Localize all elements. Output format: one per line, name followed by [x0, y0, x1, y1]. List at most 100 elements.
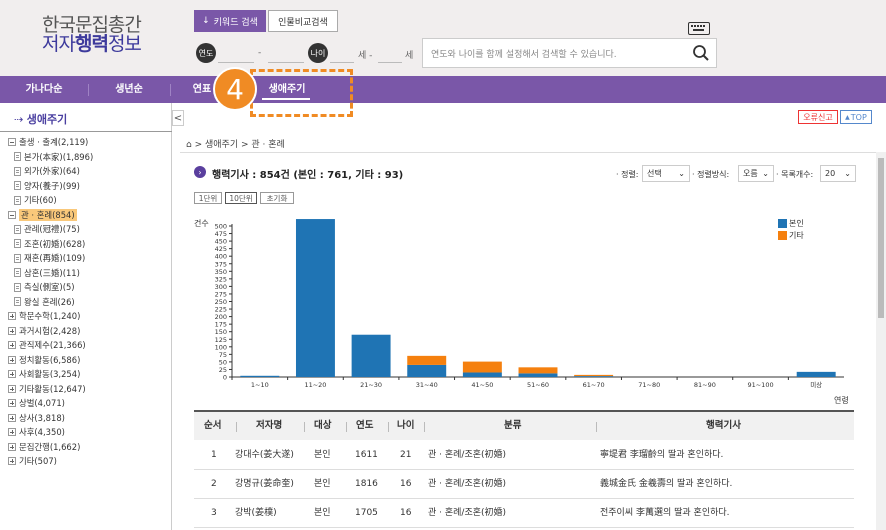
table-cell: 1	[211, 450, 217, 460]
expand-icon[interactable]	[8, 457, 16, 465]
table-row[interactable]: 2 강명규(姜命奎) 본인 1816 16 관 · 혼례/조혼(初婚) 義城金氏 金羲壽의 …	[194, 470, 854, 499]
nav-alphabetical[interactable]: 가나다순	[0, 76, 88, 103]
age-to-input[interactable]	[378, 62, 402, 63]
sidebar-item[interactable]: 정치활동(6,586)	[8, 354, 80, 366]
sidebar-item[interactable]: 사후(4,350)	[8, 426, 65, 438]
year-from-input[interactable]	[218, 62, 254, 63]
keyboard-icon[interactable]	[688, 22, 710, 35]
table-header: 순서 저자명 대상 연도 나이 분류 행력기사	[194, 410, 854, 440]
sidebar-collapse-button[interactable]: <	[172, 110, 184, 126]
nav-birth-year[interactable]: 생년순	[88, 76, 170, 103]
sidebar-item[interactable]: 학문수학(1,240)	[8, 310, 80, 322]
sidebar-item[interactable]: 출생 · 출계(2,119)	[8, 136, 88, 148]
error-report-button[interactable]: 오류신고	[798, 110, 838, 124]
sidebar-item[interactable]: 재혼(再婚)(109)	[14, 252, 85, 264]
table-cell[interactable]: 강명규(姜命奎)	[235, 470, 294, 498]
document-icon[interactable]	[14, 181, 21, 190]
tab-person-compare[interactable]: 인물비교검색	[268, 10, 338, 32]
collapse-icon[interactable]	[8, 138, 16, 146]
document-icon[interactable]	[14, 166, 21, 176]
sidebar-item[interactable]: 양자(養子)(99)	[14, 180, 80, 192]
col-header: 분류	[504, 420, 522, 431]
expand-icon[interactable]	[8, 341, 16, 349]
document-icon[interactable]	[14, 297, 21, 306]
bar-self	[796, 371, 836, 377]
sidebar-item[interactable]: 조혼(初婚)(628)	[14, 238, 85, 250]
y-tick-label: 450	[215, 238, 227, 246]
nav-divider	[170, 84, 171, 96]
table-cell[interactable]: 강박(姜樸)	[235, 499, 277, 527]
sidebar-item[interactable]: 기타(507)	[8, 455, 57, 467]
age-unit-to: 세	[405, 51, 414, 61]
year-to-input[interactable]	[268, 62, 304, 63]
tab-keyword-search[interactable]: ↓ 키워드 검색	[194, 10, 266, 32]
main-nav: 가나다순 생년순 연표 생애주기	[0, 76, 886, 103]
count-title: 행력기사 : 854건 (본인 : 761, 기타 : 93)	[212, 170, 404, 181]
x-tick-label: 81~90	[694, 381, 716, 389]
bar-self	[407, 364, 447, 377]
sidebar-item[interactable]: 관 · 혼례(854)	[8, 208, 77, 221]
reset-button[interactable]: 초기화	[260, 192, 294, 204]
expand-icon[interactable]	[8, 399, 16, 407]
y-tick-label: 125	[215, 336, 227, 344]
sidebar-item-label: 조혼(初婚)(628)	[24, 238, 86, 249]
table-row[interactable]: 3 강박(姜樸) 본인 1705 16 관 · 혼례/조혼(初婚) 전주이씨 李萬選의 딸과…	[194, 499, 854, 528]
document-icon[interactable]	[14, 253, 21, 263]
unit-1-button[interactable]: 1단위	[194, 192, 222, 204]
expand-icon[interactable]	[8, 312, 16, 320]
sidebar-item[interactable]: 기타(60)	[14, 194, 57, 206]
x-tick-label: 41~50	[471, 381, 493, 389]
age-from-input[interactable]	[330, 62, 354, 63]
expand-icon[interactable]	[8, 355, 16, 364]
table-cell[interactable]: 강대수(姜大遂)	[235, 441, 294, 469]
scrollbar-thumb[interactable]	[878, 158, 884, 318]
document-icon[interactable]	[14, 282, 21, 292]
sidebar-item-label: 재혼(再婚)(109)	[24, 253, 86, 263]
bar-self	[240, 375, 280, 377]
sidebar-item[interactable]: 관직제수(21,366)	[8, 339, 86, 351]
home-icon[interactable]: ⌂	[186, 140, 192, 150]
y-tick-label: 350	[215, 268, 227, 276]
table-cell: 16	[400, 508, 412, 518]
search-icon[interactable]	[692, 44, 710, 62]
expand-icon[interactable]	[8, 442, 16, 451]
sidebar-item[interactable]: 외가(外家)(64)	[14, 165, 80, 177]
expand-icon[interactable]	[8, 384, 16, 393]
y-tick-label: 400	[215, 253, 227, 261]
unit-10-button[interactable]: 10단위	[225, 192, 257, 204]
document-icon[interactable]	[14, 268, 21, 277]
expand-icon[interactable]	[8, 326, 16, 335]
expand-icon[interactable]	[8, 413, 16, 422]
document-icon[interactable]	[14, 152, 21, 161]
sidebar-item[interactable]: 과거시험(2,428)	[8, 325, 80, 337]
bar-other	[574, 374, 614, 377]
sidebar-item[interactable]: 상벌(4,071)	[8, 397, 65, 409]
sidebar-item[interactable]: 관례(冠禮)(75)	[14, 223, 80, 235]
document-icon[interactable]	[14, 239, 21, 248]
expand-icon[interactable]	[8, 428, 16, 436]
sidebar-item[interactable]: 사회활동(3,254)	[8, 368, 80, 380]
sort-select[interactable]: 선택 ⌄	[642, 165, 690, 182]
site-logo[interactable]: 한국문집총간 저자행력정보	[42, 16, 142, 54]
sidebar-item[interactable]: 문집간행(1,662)	[8, 441, 80, 453]
sidebar-item[interactable]: 삼혼(三婚)(11)	[14, 267, 80, 279]
sidebar-item[interactable]: 측실(側室)(5)	[14, 281, 75, 293]
sidebar-item[interactable]: 본가(本家)(1,896)	[14, 151, 93, 163]
sortdir-select[interactable]: 오름 ⌄	[738, 165, 774, 182]
document-icon[interactable]	[14, 195, 21, 205]
expand-icon[interactable]	[8, 370, 16, 378]
collapse-icon[interactable]	[8, 210, 16, 219]
y-axis-label: 건수	[194, 218, 209, 228]
sidebar-item-label: 관직제수(21,366)	[19, 340, 86, 350]
y-tick-label: 50	[219, 358, 227, 366]
sidebar-item[interactable]: 상사(3,818)	[8, 412, 65, 424]
table-row[interactable]: 1 강대수(姜大遂) 본인 1611 21 관 · 혼례/조혼(初婚) 寧堤君 李瑠齡의 딸…	[194, 441, 854, 470]
perpage-select[interactable]: 20 ⌄	[820, 165, 856, 182]
search-input[interactable]: 연도와 나이를 함께 설정해서 검색할 수 있습니다.	[422, 38, 717, 68]
table-cell: 3	[211, 508, 217, 518]
sidebar-item[interactable]: 기타활동(12,647)	[8, 383, 86, 395]
sidebar-item[interactable]: 왕실 혼례(26)	[14, 296, 75, 308]
top-button[interactable]: ▲ TOP	[840, 110, 872, 124]
document-icon[interactable]	[14, 224, 21, 234]
search-placeholder: 연도와 나이를 함께 설정해서 검색할 수 있습니다.	[431, 49, 617, 60]
